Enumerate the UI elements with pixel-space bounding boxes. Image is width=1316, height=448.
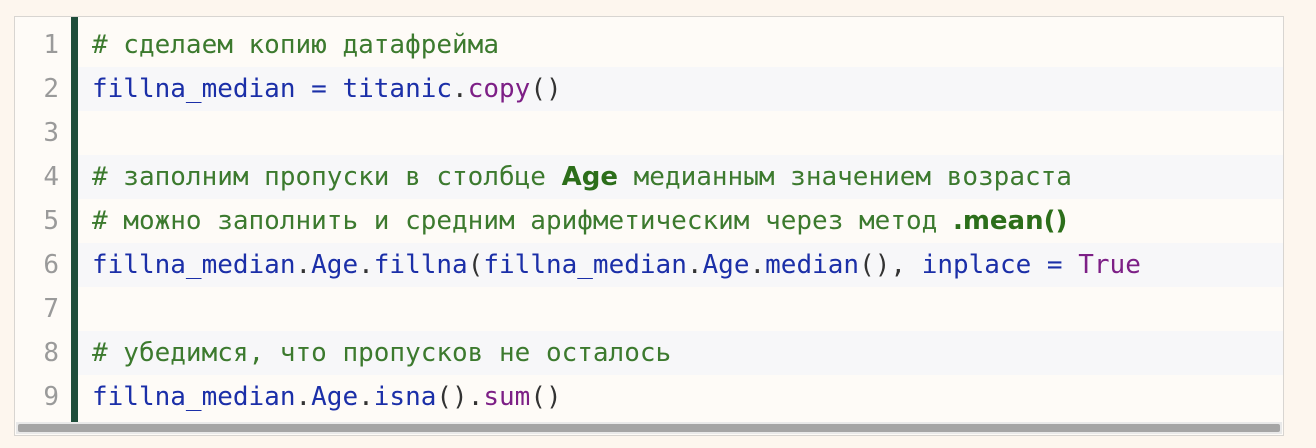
code-token-punct: .: [295, 382, 312, 412]
line-code[interactable]: fillna_median = titanic.copy(): [78, 67, 1283, 111]
line-number: 1: [43, 30, 59, 60]
code-token-punct: (: [467, 250, 484, 280]
code-token-punct: .: [295, 250, 312, 280]
code-token-name: inplace: [921, 250, 1032, 280]
code-token-punct: .: [452, 74, 468, 104]
code-token-op: =: [295, 74, 343, 104]
line-number: 4: [43, 162, 59, 192]
line-number: 6: [43, 250, 59, 280]
code-line[interactable]: 1 # сделаем копию датафрейма: [15, 23, 1283, 67]
code-token-name: fillna_median: [92, 382, 296, 412]
code-token-name: median: [765, 250, 860, 280]
code-token-name: fillna_median: [92, 74, 296, 104]
line-code[interactable]: # можно заполнить и средним арифметическ…: [78, 199, 1283, 243]
code-token-name: Age: [311, 382, 359, 412]
code-token-punct: .: [358, 250, 374, 280]
code-line[interactable]: 9 fillna_median.Age.isna().sum(): [15, 375, 1283, 419]
code-token-name: Age: [311, 250, 359, 280]
code-token-hl: .mean(): [952, 206, 1068, 236]
code-token-punct: (),: [859, 250, 922, 280]
line-number: 5: [43, 206, 59, 236]
code-line[interactable]: 5 # можно заполнить и средним арифметичес…: [15, 199, 1283, 243]
code-token-comment: # сделаем копию датафрейма: [92, 30, 499, 60]
code-token-punct: .: [358, 382, 374, 412]
code-token-name: Age: [702, 250, 750, 280]
code-token-hl: Age: [561, 162, 618, 192]
line-number: 7: [43, 294, 59, 324]
horizontal-scrollbar[interactable]: [16, 422, 1282, 434]
code-token-name: titanic: [342, 74, 453, 104]
line-code[interactable]: [78, 111, 1283, 155]
line-code[interactable]: # заполним пропуски в столбце Age медиан…: [78, 155, 1283, 199]
line-number: 8: [43, 338, 59, 368]
line-number: 2: [43, 74, 59, 104]
code-token-punct: .: [749, 250, 766, 280]
line-number: 3: [43, 118, 59, 148]
code-token-name: fillna: [373, 250, 468, 280]
code-token-comment: # можно заполнить и средним арифметическ…: [92, 206, 953, 236]
code-token-name: fillna_median: [483, 250, 687, 280]
code-token-punct: (): [530, 74, 562, 104]
scrollbar-thumb[interactable]: [18, 424, 1280, 432]
code-token-punct: (): [530, 382, 562, 412]
code-token-comment: медианным значением возраста: [617, 162, 1072, 192]
code-token-kw: True: [1078, 250, 1141, 280]
code-line[interactable]: 7: [15, 287, 1283, 331]
code-token-method: sum: [483, 382, 531, 412]
code-token-comment: # заполним пропуски в столбце: [92, 162, 562, 192]
code-token-punct: ().: [436, 382, 484, 412]
code-token-name: isna: [373, 382, 437, 412]
line-code[interactable]: fillna_median.Age.fillna(fillna_median.A…: [78, 243, 1283, 287]
code-line[interactable]: 6 fillna_median.Age.fillna(fillna_median.…: [15, 243, 1283, 287]
code-editor[interactable]: 1 # сделаем копию датафрейма 2 fillna_media…: [14, 16, 1284, 436]
line-code[interactable]: [78, 287, 1283, 331]
code-token-method: copy: [467, 74, 531, 104]
line-code[interactable]: # сделаем копию датафрейма: [78, 23, 1283, 67]
code-line[interactable]: 2 fillna_median = titanic.copy(): [15, 67, 1283, 111]
code-line[interactable]: 3: [15, 111, 1283, 155]
code-token-punct: .: [686, 250, 703, 280]
line-code[interactable]: # убедимся, что пропусков не осталось: [78, 331, 1283, 375]
code-line[interactable]: 8 # убедимся, что пропусков не осталось: [15, 331, 1283, 375]
code-token-comment: # убедимся, что пропусков не осталось: [92, 338, 672, 368]
line-number: 9: [43, 382, 59, 412]
code-token-op: =: [1031, 250, 1079, 280]
code-token-name: fillna_median: [92, 250, 296, 280]
code-line[interactable]: 4 # заполним пропуски в столбце Age медиа…: [15, 155, 1283, 199]
line-code[interactable]: fillna_median.Age.isna().sum(): [78, 375, 1283, 419]
